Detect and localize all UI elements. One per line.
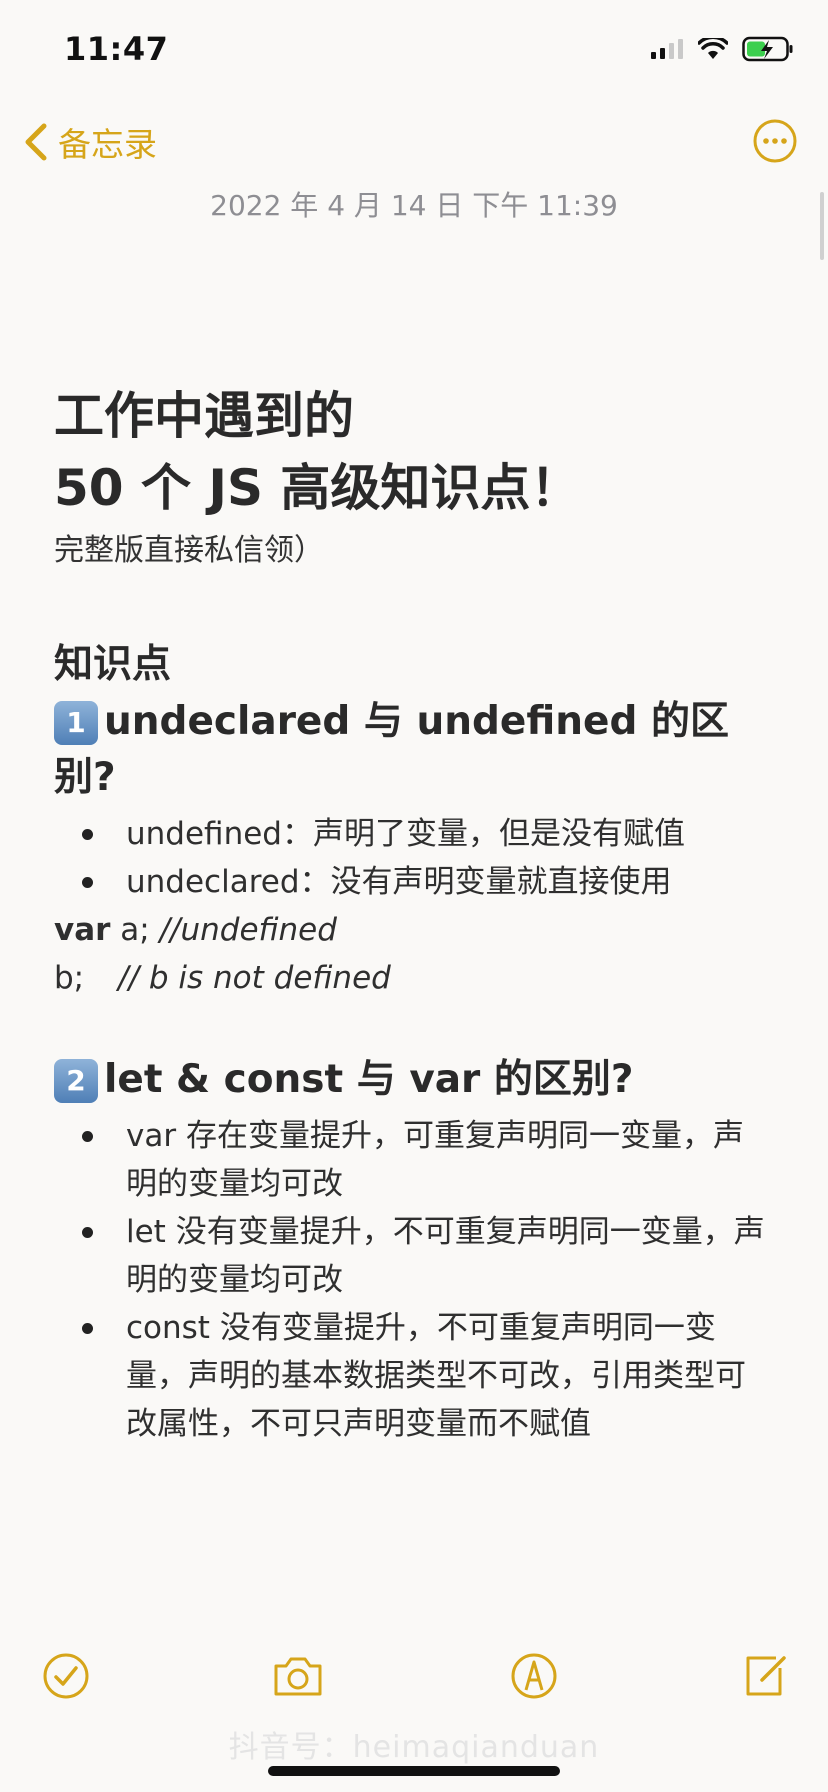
keycap-two-icon: 2	[54, 1059, 98, 1103]
section-1-heading-text: undeclared 与 undefined 的区别?	[54, 699, 729, 800]
note-subtitle: 完整版直接私信领）	[54, 533, 324, 568]
wifi-icon	[698, 38, 728, 59]
status-bar: 11:47	[0, 0, 828, 100]
camera-icon[interactable]	[270, 1650, 326, 1702]
note-body[interactable]: 工作中遇到的 50 个 JS 高级知识点！ 完整版直接私信领） 知识点 1 und…	[54, 380, 774, 1448]
code-text: a;	[110, 912, 160, 948]
list-item: const 没有变量提升，不可重复声明同一变量，声明的基本数据类型不可改，引用类…	[54, 1304, 774, 1448]
checkmark-circle-icon[interactable]	[40, 1650, 92, 1702]
bottom-toolbar	[0, 1650, 828, 1720]
back-button-label: 备忘录	[58, 125, 157, 164]
chevron-left-icon	[25, 123, 47, 161]
cellular-signal-icon	[651, 39, 683, 59]
section-2-heading: 2 let & const 与 var 的区别?	[54, 1052, 774, 1108]
note-title: 工作中遇到的 50 个 JS 高级知识点！	[54, 380, 774, 524]
scroll-indicator[interactable]	[820, 192, 824, 260]
compose-icon[interactable]	[740, 1650, 792, 1702]
battery-charging-icon	[742, 36, 793, 62]
status-time: 11:47	[64, 30, 169, 68]
status-icons	[650, 36, 794, 62]
list-item: undefined：声明了变量，但是没有赋值	[54, 810, 774, 858]
watermark: 抖音号：heimaqianduan	[228, 1730, 600, 1765]
code-keyword: var	[54, 912, 111, 948]
note-title-line-1: 工作中遇到的	[54, 387, 354, 445]
back-button[interactable]: 备忘录	[22, 118, 157, 166]
home-indicator[interactable]	[268, 1766, 560, 1776]
list-item: let 没有变量提升，不可重复声明同一变量，声明的变量均可改	[54, 1208, 774, 1304]
list-item: undeclared：没有声明变量就直接使用	[54, 858, 774, 906]
note-date: 2022 年 4 月 14 日 下午 11:39	[210, 189, 618, 222]
note-title-line-2: 50 个 JS 高级知识点！	[54, 459, 581, 517]
code-line-1: var a; //undefined	[54, 906, 774, 954]
code-text: b;	[54, 960, 85, 996]
pen-circle-icon[interactable]	[508, 1650, 560, 1702]
section-2-heading-text: let & const 与 var 的区别?	[104, 1057, 634, 1102]
list-item: var 存在变量提升，可重复声明同一变量，声明的变量均可改	[54, 1112, 774, 1208]
nav-bar: 备忘录	[0, 108, 828, 172]
section-2-bullets: var 存在变量提升，可重复声明同一变量，声明的变量均可改 let 没有变量提升…	[54, 1112, 774, 1448]
code-comment: //undefined	[159, 912, 337, 948]
section-1-bullets: undefined：声明了变量，但是没有赋值 undeclared：没有声明变量…	[54, 810, 774, 906]
code-comment: // b is not defined	[118, 960, 391, 996]
notes-screen: 11:47 备忘录 2022 年 4 月 14 日 下午 11:39 工作中遇到…	[0, 0, 828, 1792]
ellipsis-circle-icon[interactable]	[752, 118, 798, 164]
section-1-heading: 1 undeclared 与 undefined 的区别?	[54, 694, 774, 806]
code-line-2: b; // b is not defined	[54, 954, 774, 1002]
section-label: 知识点	[54, 642, 172, 687]
keycap-one-icon: 1	[54, 701, 98, 745]
